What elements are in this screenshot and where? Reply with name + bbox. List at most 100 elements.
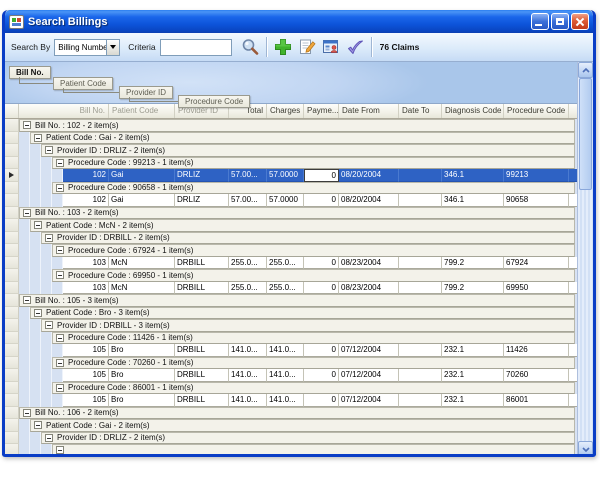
group-header-box[interactable]: Provider ID : DRBILL - 3 item(s) bbox=[41, 319, 575, 332]
group-header-box[interactable]: Patient Code : Bro - 3 item(s) bbox=[30, 307, 575, 320]
cell-date_from[interactable]: 07/12/2004 bbox=[339, 394, 399, 407]
group-header-box[interactable] bbox=[52, 444, 575, 457]
minimize-button[interactable] bbox=[531, 13, 549, 30]
cell-bill_no[interactable]: 102 bbox=[63, 194, 109, 207]
edit-claim-button[interactable] bbox=[295, 35, 319, 59]
column-header-payment[interactable]: Payme... bbox=[304, 104, 339, 118]
collapse-icon[interactable] bbox=[23, 209, 31, 217]
group-row[interactable]: Provider ID : DRBILL - 3 item(s) bbox=[5, 319, 577, 332]
group-header-box[interactable]: Bill No. : 105 - 3 item(s) bbox=[19, 294, 575, 307]
row-selector[interactable] bbox=[5, 144, 19, 157]
cell-date_to[interactable] bbox=[399, 169, 442, 182]
group-row[interactable] bbox=[5, 444, 577, 457]
group-header-box[interactable]: Patient Code : McN - 2 item(s) bbox=[30, 219, 575, 232]
cell-procedure_code[interactable]: 99213 bbox=[504, 169, 569, 182]
collapse-icon[interactable] bbox=[56, 246, 64, 254]
cell-bill_no[interactable]: 102 bbox=[63, 169, 109, 182]
row-selector[interactable] bbox=[5, 182, 19, 195]
row-selector[interactable] bbox=[5, 332, 19, 345]
cell-diagnosis_code[interactable]: 346.1 bbox=[442, 194, 504, 207]
cell-total[interactable]: 141.0... bbox=[229, 344, 267, 357]
row-selector[interactable] bbox=[5, 257, 19, 270]
cell-procedure_code[interactable]: 70260 bbox=[504, 369, 569, 382]
row-selector[interactable] bbox=[5, 344, 19, 357]
group-header-box[interactable]: Procedure Code : 70260 - 1 item(s) bbox=[52, 357, 575, 370]
group-by-panel[interactable]: Bill No.Patient CodeProvider IDProcedure… bbox=[5, 62, 577, 104]
search-by-combobox[interactable]: Billing Number bbox=[54, 39, 120, 56]
cell-bill_no[interactable]: 105 bbox=[63, 344, 109, 357]
collapse-icon[interactable] bbox=[34, 221, 42, 229]
row-selector[interactable] bbox=[5, 194, 19, 207]
cell-date_to[interactable] bbox=[399, 257, 442, 270]
cell-patient_code[interactable]: Bro bbox=[109, 394, 175, 407]
cell-date_to[interactable] bbox=[399, 369, 442, 382]
collapse-icon[interactable] bbox=[23, 296, 31, 304]
row-selector[interactable] bbox=[5, 269, 19, 282]
cell-provider_id[interactable]: DRBILL bbox=[175, 394, 229, 407]
cell-provider_id[interactable]: DRLIZ bbox=[175, 194, 229, 207]
cell-date_from[interactable]: 08/20/2004 bbox=[339, 194, 399, 207]
cell-date_to[interactable] bbox=[399, 194, 442, 207]
row-selector[interactable] bbox=[5, 307, 19, 320]
collapse-icon[interactable] bbox=[34, 421, 42, 429]
cell-payment[interactable]: 0 bbox=[304, 194, 339, 207]
row-selector[interactable] bbox=[5, 294, 19, 307]
scrollbar-thumb[interactable] bbox=[579, 78, 592, 190]
cell-total[interactable]: 141.0... bbox=[229, 394, 267, 407]
collapse-icon[interactable] bbox=[45, 234, 53, 242]
cell-provider_id[interactable]: DRBILL bbox=[175, 344, 229, 357]
collapse-icon[interactable] bbox=[56, 334, 64, 342]
cell-diagnosis_code[interactable]: 232.1 bbox=[442, 394, 504, 407]
group-header-box[interactable]: Patient Code : Gai - 2 item(s) bbox=[30, 419, 575, 432]
cell-provider_id[interactable]: DRBILL bbox=[175, 369, 229, 382]
cell-charges[interactable]: 57.0000 bbox=[267, 169, 304, 182]
column-header-diagnosis_code[interactable]: Diagnosis Code bbox=[442, 104, 504, 118]
group-row[interactable]: Patient Code : McN - 2 item(s) bbox=[5, 219, 577, 232]
collapse-icon[interactable] bbox=[45, 146, 53, 154]
group-row[interactable]: Procedure Code : 90658 - 1 item(s) bbox=[5, 182, 577, 195]
group-header-box[interactable]: Procedure Code : 90658 - 1 item(s) bbox=[52, 182, 575, 195]
group-row[interactable]: Patient Code : Gai - 2 item(s) bbox=[5, 132, 577, 145]
maximize-button[interactable] bbox=[551, 13, 569, 30]
cell-procedure_code[interactable]: 67924 bbox=[504, 257, 569, 270]
collapse-icon[interactable] bbox=[56, 159, 64, 167]
cell-total[interactable]: 57.00... bbox=[229, 169, 267, 182]
cell-patient_code[interactable]: Gai bbox=[109, 194, 175, 207]
group-header-box[interactable]: Bill No. : 106 - 2 item(s) bbox=[19, 407, 575, 420]
cell-date_to[interactable] bbox=[399, 344, 442, 357]
data-row[interactable]: 103McNDRBILL255.0...255.0...008/23/20047… bbox=[5, 282, 577, 295]
cell-date_from[interactable]: 08/20/2004 bbox=[339, 169, 399, 182]
group-row[interactable]: Procedure Code : 70260 - 1 item(s) bbox=[5, 357, 577, 370]
group-row[interactable]: Patient Code : Gai - 2 item(s) bbox=[5, 419, 577, 432]
collapse-icon[interactable] bbox=[56, 184, 64, 192]
cell-total[interactable]: 255.0... bbox=[229, 257, 267, 270]
row-selector[interactable] bbox=[5, 207, 19, 220]
group-row[interactable]: Provider ID : DRLIZ - 2 item(s) bbox=[5, 432, 577, 445]
group-header-box[interactable]: Bill No. : 102 - 2 item(s) bbox=[19, 119, 575, 132]
group-row[interactable]: Procedure Code : 11426 - 1 item(s) bbox=[5, 332, 577, 345]
group-row[interactable]: Procedure Code : 86001 - 1 item(s) bbox=[5, 382, 577, 395]
row-selector[interactable] bbox=[5, 119, 19, 132]
cell-payment[interactable]: 0 bbox=[304, 394, 339, 407]
data-row[interactable]: 102GaiDRLIZ57.00...57.0000008/20/2004346… bbox=[5, 169, 577, 182]
cell-payment[interactable]: 0 bbox=[304, 344, 339, 357]
cell-patient_code[interactable]: Bro bbox=[109, 344, 175, 357]
group-header-box[interactable]: Patient Code : Gai - 2 item(s) bbox=[30, 132, 575, 145]
cell-diagnosis_code[interactable]: 346.1 bbox=[442, 169, 504, 182]
group-row[interactable]: Patient Code : Bro - 3 item(s) bbox=[5, 307, 577, 320]
add-claim-button[interactable] bbox=[271, 35, 295, 59]
cell-charges[interactable]: 57.0000 bbox=[267, 194, 304, 207]
row-selector[interactable] bbox=[5, 419, 19, 432]
collapse-icon[interactable] bbox=[56, 446, 64, 454]
cell-provider_id[interactable]: DRLIZ bbox=[175, 169, 229, 182]
cell-charges[interactable]: 141.0... bbox=[267, 344, 304, 357]
cell-date_from[interactable]: 08/23/2004 bbox=[339, 257, 399, 270]
row-selector[interactable] bbox=[5, 232, 19, 245]
group-header-box[interactable]: Provider ID : DRLIZ - 2 item(s) bbox=[41, 144, 575, 157]
group-row[interactable]: Provider ID : DRLIZ - 2 item(s) bbox=[5, 144, 577, 157]
data-row[interactable]: 102GaiDRLIZ57.00...57.0000008/20/2004346… bbox=[5, 194, 577, 207]
collapse-icon[interactable] bbox=[23, 121, 31, 129]
cell-patient_code[interactable]: Gai bbox=[109, 169, 175, 182]
row-selector[interactable] bbox=[5, 169, 19, 182]
cell-diagnosis_code[interactable]: 232.1 bbox=[442, 344, 504, 357]
